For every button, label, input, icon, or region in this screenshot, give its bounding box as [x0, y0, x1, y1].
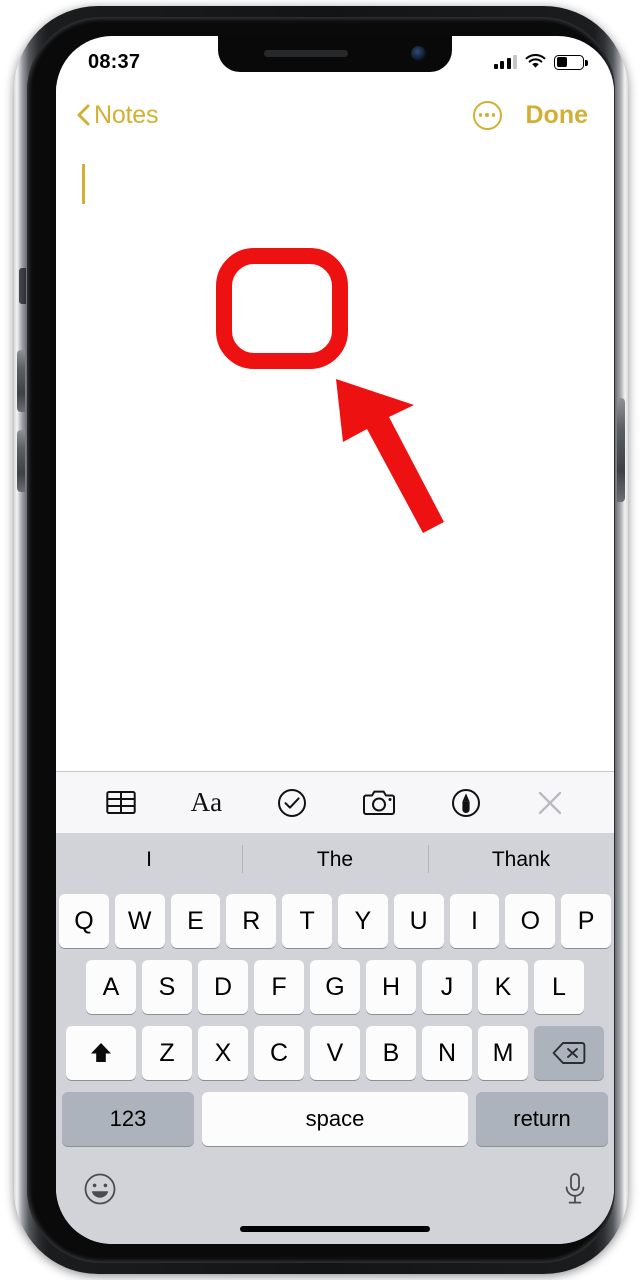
table-icon — [105, 791, 136, 814]
key-M[interactable]: M — [478, 1026, 528, 1080]
note-editor-area[interactable] — [56, 146, 614, 771]
volume-down-button[interactable] — [17, 430, 25, 492]
chevron-left-icon — [77, 104, 90, 126]
key-I[interactable]: I — [449, 894, 500, 948]
keyboard-row-3: Z X C V B N M — [59, 1026, 611, 1080]
key-Q[interactable]: Q — [59, 894, 109, 948]
backspace-delete-icon — [552, 1042, 586, 1064]
close-x-icon — [539, 791, 562, 814]
status-time: 08:37 — [88, 50, 141, 73]
markup-button[interactable] — [451, 788, 481, 818]
key-H[interactable]: H — [366, 960, 416, 1014]
key-S[interactable]: S — [142, 960, 192, 1014]
predictive-text-bar: I The Thank — [56, 833, 614, 886]
status-bar: 08:37 — [56, 36, 614, 84]
aa-icon: Aa — [190, 787, 223, 817]
key-O[interactable]: O — [505, 894, 556, 948]
table-button[interactable] — [105, 789, 136, 816]
suggestion-2[interactable]: Thank — [428, 833, 614, 886]
note-format-toolbar: Aa — [56, 771, 614, 833]
key-N[interactable]: N — [422, 1026, 472, 1080]
key-Y[interactable]: Y — [338, 894, 388, 948]
on-screen-keyboard: Q W E R T Y U I O P A S D F G H J K L Z … — [56, 886, 614, 1244]
dictation-button[interactable] — [563, 1172, 587, 1211]
keyboard-row-1: Q W E R T Y U I O P — [59, 894, 611, 948]
volume-up-button[interactable] — [17, 350, 25, 412]
suggestion-1[interactable]: The — [242, 833, 428, 886]
close-keyboard-button[interactable] — [536, 789, 564, 817]
key-V[interactable]: V — [310, 1026, 360, 1080]
key-F[interactable]: F — [254, 960, 304, 1014]
navigation-bar: Notes Done — [56, 84, 614, 146]
microphone-icon — [565, 1172, 585, 1204]
checkmark-circle-icon — [278, 788, 307, 817]
key-U[interactable]: U — [393, 894, 444, 948]
space-key[interactable]: space — [202, 1092, 468, 1146]
key-A[interactable]: A — [86, 960, 136, 1014]
more-circle-icon[interactable] — [472, 100, 502, 130]
status-indicators — [493, 54, 588, 70]
key-T[interactable]: T — [282, 894, 332, 948]
signal-bars-icon — [493, 55, 517, 69]
key-P[interactable]: P — [561, 894, 611, 948]
format-button[interactable]: Aa — [191, 787, 222, 818]
back-button-label: Notes — [94, 100, 159, 129]
camera-button[interactable] — [362, 789, 396, 817]
mute-switch-button[interactable] — [19, 268, 26, 304]
key-Z[interactable]: Z — [142, 1026, 192, 1080]
nav-bar-actions: Done — [472, 100, 589, 130]
keyboard-row-2: A S D F G H J K L — [59, 960, 611, 1014]
keyboard-row-4: 123 space return — [59, 1092, 611, 1146]
key-L[interactable]: L — [534, 960, 584, 1014]
wifi-icon — [525, 54, 546, 68]
checklist-button[interactable] — [277, 788, 307, 818]
numbers-key[interactable]: 123 — [62, 1092, 194, 1146]
shift-key[interactable] — [66, 1026, 136, 1080]
key-D[interactable]: D — [198, 960, 248, 1014]
shift-up-arrow-icon — [91, 1043, 111, 1062]
key-J[interactable]: J — [422, 960, 472, 1014]
return-key[interactable]: return — [476, 1092, 608, 1146]
key-K[interactable]: K — [478, 960, 528, 1014]
suggestion-0[interactable]: I — [56, 833, 242, 886]
iphone-device: 08:37 Notes Done Aa I The Thank Q W E R … — [14, 6, 628, 1274]
battery-icon — [554, 54, 588, 70]
keyboard-bottom-row — [59, 1158, 611, 1214]
back-to-notes-button[interactable]: Notes — [76, 100, 159, 130]
key-C[interactable]: C — [254, 1026, 304, 1080]
camera-icon — [363, 790, 396, 815]
text-cursor — [82, 164, 85, 204]
key-G[interactable]: G — [310, 960, 360, 1014]
emoji-button[interactable] — [83, 1172, 117, 1211]
done-button[interactable]: Done — [526, 101, 589, 130]
key-E[interactable]: E — [170, 894, 221, 948]
phone-screen: 08:37 Notes Done Aa I The Thank Q W E R … — [56, 36, 614, 1244]
key-X[interactable]: X — [198, 1026, 248, 1080]
key-R[interactable]: R — [226, 894, 277, 948]
key-B[interactable]: B — [366, 1026, 416, 1080]
key-W[interactable]: W — [114, 894, 165, 948]
home-indicator[interactable] — [240, 1226, 430, 1232]
emoji-smiley-icon — [84, 1173, 116, 1204]
power-button[interactable] — [617, 398, 625, 502]
backspace-key[interactable] — [534, 1026, 604, 1080]
markup-pen-icon — [452, 788, 481, 817]
